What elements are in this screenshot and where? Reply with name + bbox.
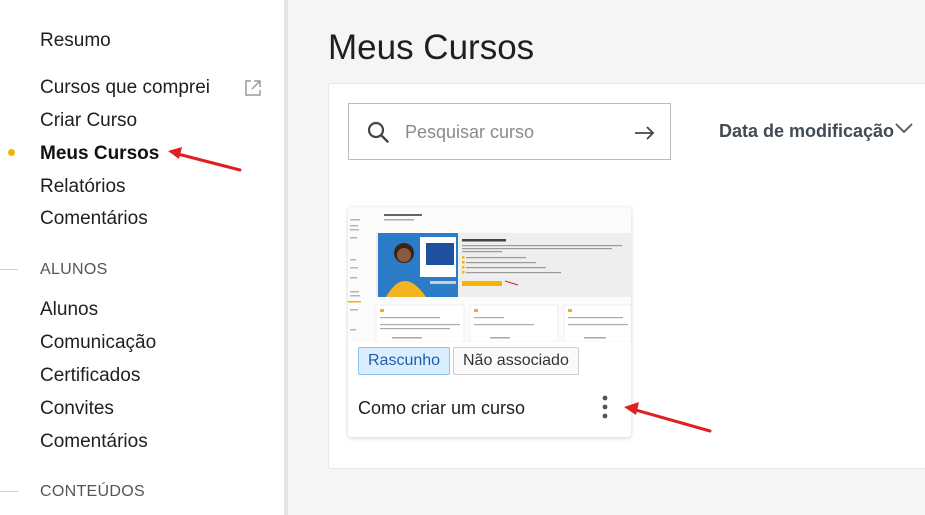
course-card[interactable]: Rascunho Não associado Como criar um cur…	[348, 207, 631, 437]
chevron-down-icon[interactable]	[894, 121, 914, 135]
status-badge-not-associated: Não associado	[453, 347, 579, 375]
search-input[interactable]	[405, 119, 615, 145]
sidebar-item-comentarios-alunos[interactable]: Comentários	[40, 430, 148, 454]
sidebar-item-convites[interactable]: Convites	[40, 397, 114, 421]
arrow-right-icon[interactable]	[634, 124, 656, 142]
sidebar-item-alunos[interactable]: Alunos	[40, 298, 98, 322]
status-badge-draft: Rascunho	[358, 347, 451, 375]
course-title[interactable]: Como criar um curso	[358, 397, 525, 419]
section-label-conteudos: CONTEÚDOS	[40, 483, 145, 500]
sidebar-item-comunicacao[interactable]: Comunicação	[40, 331, 156, 355]
section-label-alunos: ALUNOS	[40, 261, 108, 278]
sidebar-item-comentarios[interactable]: Comentários	[40, 207, 148, 231]
course-thumbnail[interactable]	[348, 207, 631, 342]
sidebar: Resumo Cursos que comprei Criar Curso Me…	[0, 0, 284, 515]
external-link-icon[interactable]	[244, 79, 262, 97]
sidebar-item-resumo[interactable]: Resumo	[40, 29, 111, 53]
section-divider	[0, 491, 18, 492]
active-indicator-dot	[8, 149, 15, 156]
more-options-icon[interactable]	[600, 394, 610, 420]
section-divider	[0, 269, 18, 270]
search-icon	[367, 121, 389, 143]
sidebar-item-meus-cursos[interactable]: Meus Cursos	[40, 142, 159, 166]
sidebar-item-certificados[interactable]: Certificados	[40, 364, 140, 388]
sort-dropdown-label[interactable]: Data de modificação	[719, 120, 894, 142]
sidebar-divider	[284, 0, 288, 515]
sidebar-item-criar-curso[interactable]: Criar Curso	[40, 109, 137, 133]
sidebar-item-cursos-que-comprei[interactable]: Cursos que comprei	[40, 76, 210, 100]
page-title: Meus Cursos	[328, 28, 535, 67]
search-box[interactable]	[348, 103, 671, 160]
sidebar-item-relatorios[interactable]: Relatórios	[40, 175, 126, 199]
